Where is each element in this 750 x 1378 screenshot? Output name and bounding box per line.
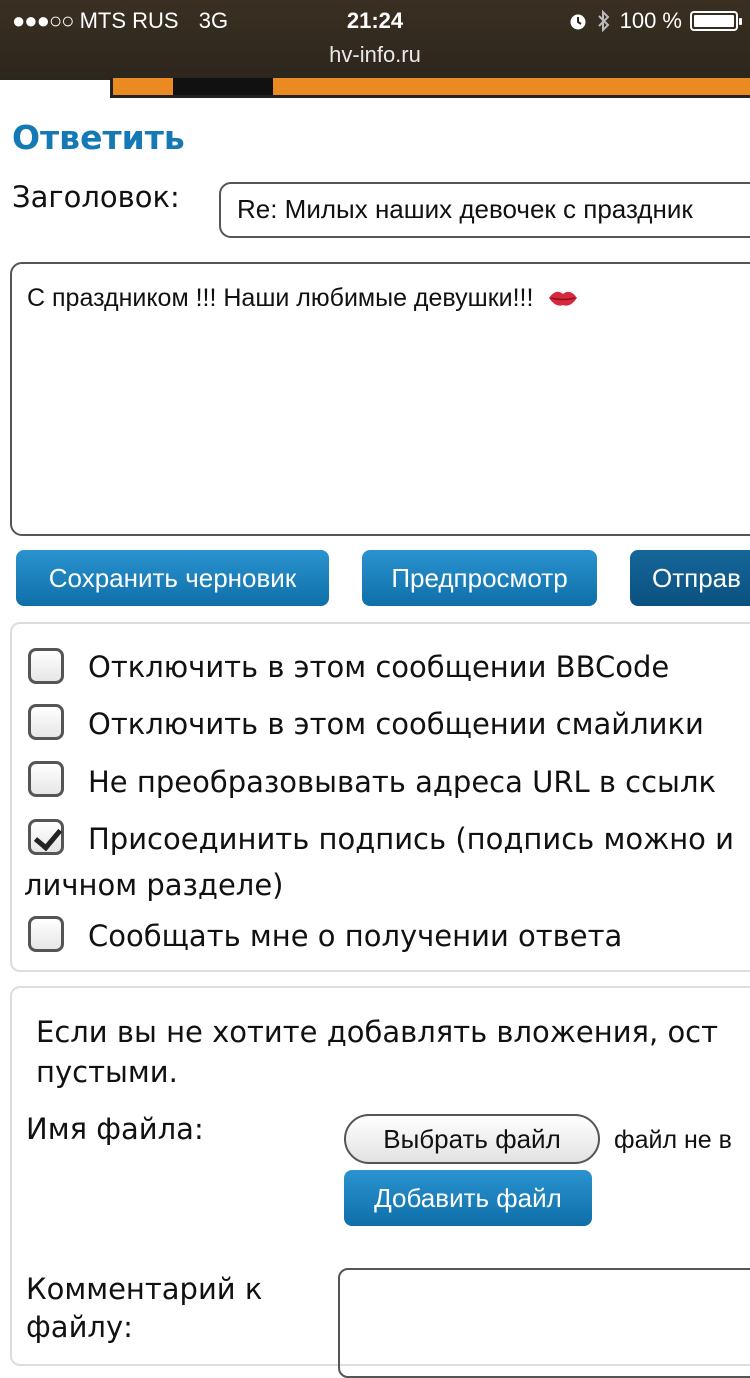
battery-percent: 100 % bbox=[619, 8, 682, 33]
status-right: 100 % bbox=[568, 8, 742, 34]
save-draft-button[interactable]: Сохранить черновик bbox=[16, 550, 329, 606]
preview-button[interactable]: Предпросмотр bbox=[362, 550, 597, 606]
battery-icon bbox=[690, 11, 742, 31]
file-status-text: файл не в bbox=[614, 1126, 732, 1154]
choose-file-button[interactable]: Выбрать файл bbox=[344, 1114, 600, 1164]
kiss-lips-icon bbox=[549, 291, 578, 306]
option-disable-bbcode-label: Отключить в этом сообщении BBCode bbox=[88, 650, 670, 684]
checkbox-disable-smilies[interactable] bbox=[28, 704, 64, 740]
add-file-button[interactable]: Добавить файл bbox=[344, 1170, 592, 1226]
status-bar: ●●●○○ MTS RUS 3G 21:24 100 % hv-info.ru bbox=[0, 0, 750, 80]
submit-button[interactable]: Отправ bbox=[630, 550, 750, 606]
message-textarea[interactable]: С праздником !!! Наши любимые девушки!!! bbox=[10, 262, 750, 536]
option-notify-reply-label: Сообщать мне о получении ответа bbox=[88, 919, 623, 953]
file-comment-label: Комментарий к файлу: bbox=[26, 1272, 263, 1344]
attachments-note: Если вы не хотите добавлять вложения, ос… bbox=[36, 1015, 719, 1089]
header-banner bbox=[110, 78, 750, 98]
checkbox-disable-urls[interactable] bbox=[28, 761, 64, 797]
file-comment-textarea[interactable] bbox=[338, 1268, 750, 1378]
bluetooth-icon bbox=[597, 9, 610, 33]
battery-level bbox=[694, 15, 734, 27]
page-title: Ответить bbox=[12, 118, 185, 157]
attachments-panel: Если вы не хотите добавлять вложения, ос… bbox=[10, 986, 750, 1378]
option-disable-urls-label: Не преобразовывать адреса URL в ссылк bbox=[88, 765, 717, 799]
option-attach-signature-label-line2: личном разделе) bbox=[24, 868, 284, 902]
subject-input[interactable]: Re: Милых наших девочек с праздник bbox=[219, 182, 750, 238]
address-bar-url[interactable]: hv-info.ru bbox=[0, 42, 750, 68]
message-text: С праздником !!! Наши любимые девушки!!! bbox=[27, 284, 534, 312]
checkbox-disable-bbcode[interactable] bbox=[28, 648, 64, 684]
subject-label: Заголовок: bbox=[12, 180, 180, 214]
option-attach-signature-label: Присоединить подпись (подпись можно и bbox=[88, 822, 734, 856]
alarm-icon bbox=[570, 14, 586, 30]
checkbox-attach-signature[interactable] bbox=[28, 819, 64, 855]
file-name-label: Имя файла: bbox=[26, 1112, 204, 1146]
option-disable-smilies-label: Отключить в этом сообщении смайлики bbox=[88, 707, 704, 741]
checkbox-notify-reply[interactable] bbox=[28, 916, 64, 952]
post-options-panel: Отключить в этом сообщении BBCode Отключ… bbox=[10, 622, 750, 972]
